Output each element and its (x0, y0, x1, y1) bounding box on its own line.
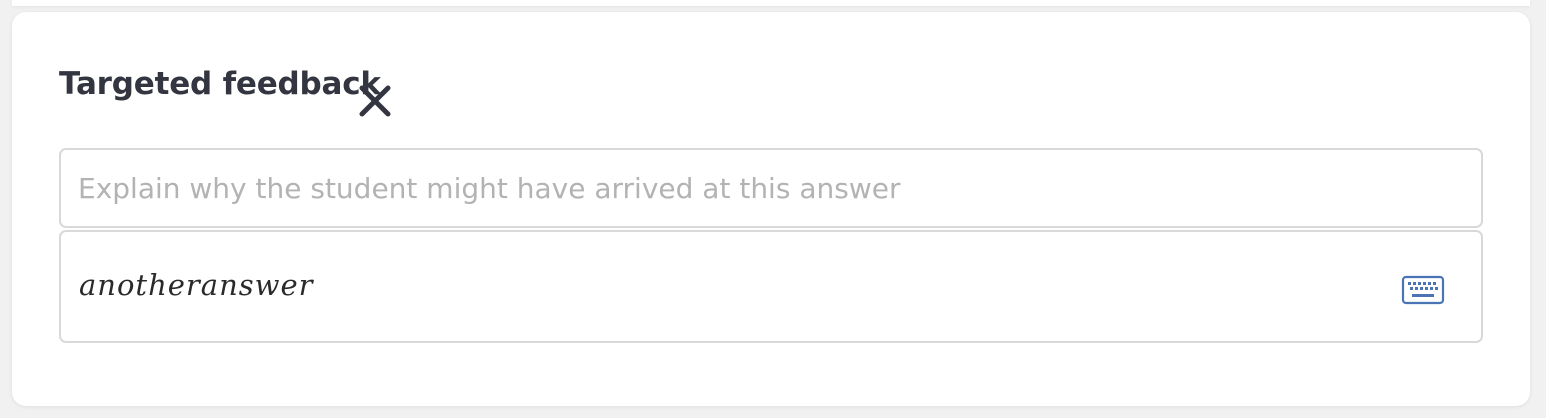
answer-value: anotheranswer (79, 268, 314, 302)
close-button[interactable] (356, 82, 394, 120)
previous-card-edge (12, 0, 1530, 6)
answer-math-field[interactable]: anotheranswer (59, 230, 1483, 343)
feedback-input[interactable] (59, 148, 1483, 228)
keyboard-icon[interactable] (1401, 273, 1445, 307)
panel-title: Targeted feedback (59, 66, 381, 102)
close-icon (359, 85, 391, 117)
targeted-feedback-card: Targeted feedback anotheranswer (12, 12, 1530, 406)
